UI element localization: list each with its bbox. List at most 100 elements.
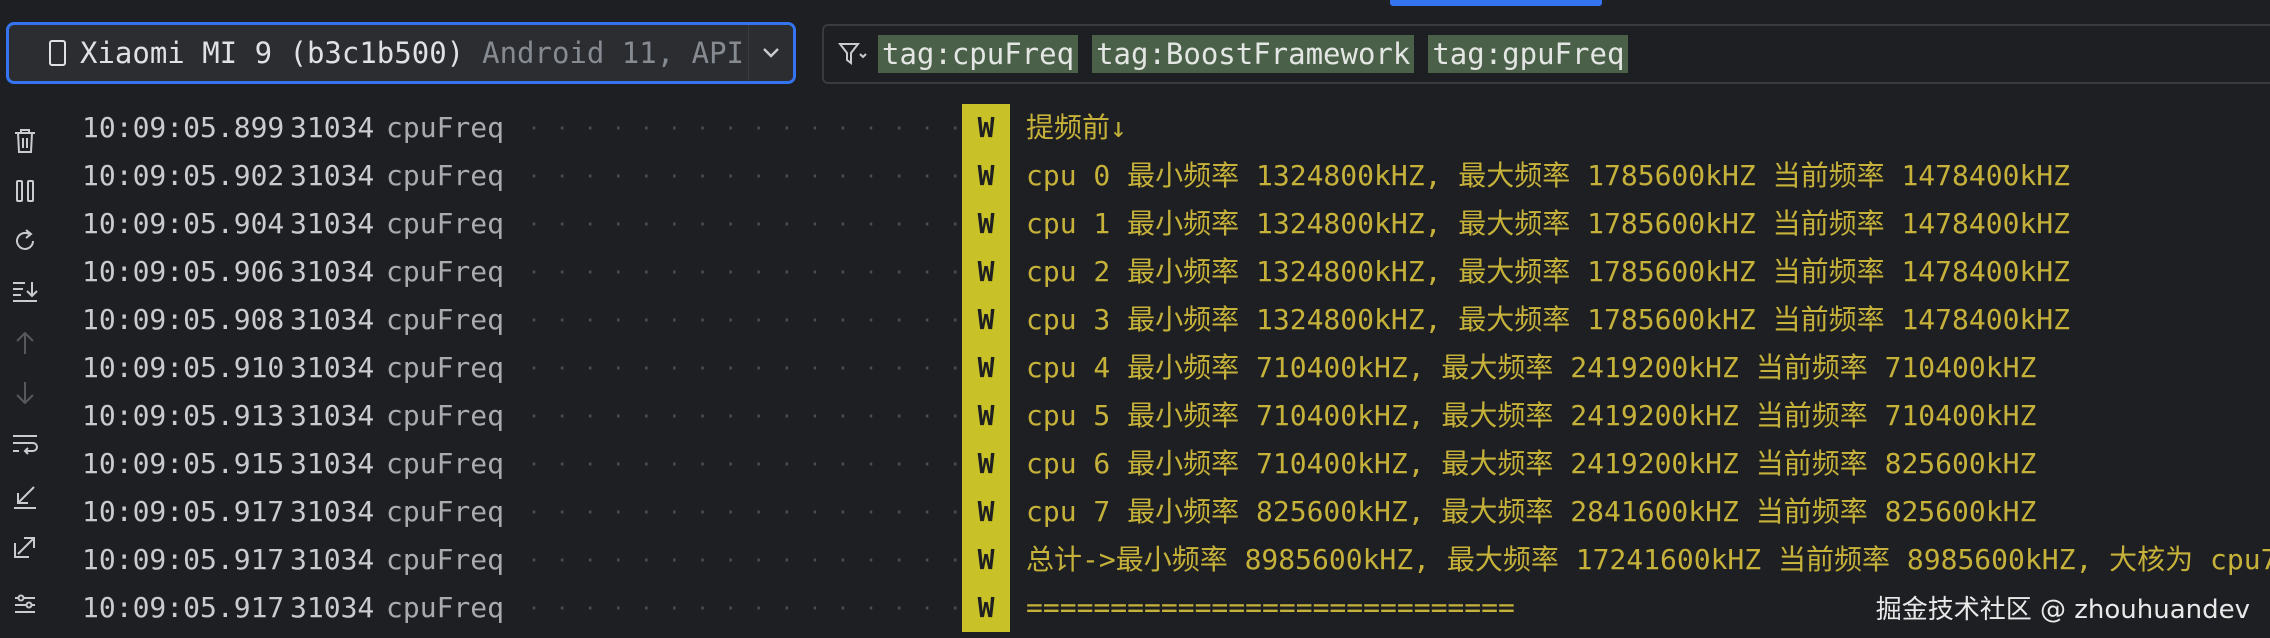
log-level-badge: W [962,440,1010,488]
expand-icon[interactable] [10,532,40,562]
log-message: 总计->最小频率 8985600kHZ, 最大频率 17241600kHZ 当前… [1026,543,2270,576]
log-level-badge: W [962,296,1010,344]
log-time: 10:09:05.917 [82,495,285,528]
log-row[interactable]: 10:09:05.902 31034 cpuFreq · · · · · · ·… [58,152,2270,200]
filter-token[interactable]: tag:cpuFreq [878,35,1079,73]
restart-icon[interactable] [10,226,40,256]
log-time: 10:09:05.908 [82,303,285,336]
log-pid: 31034 [290,591,375,624]
device-selector[interactable]: Xiaomi MI 9 (b3c1b500) Android 11, API 3… [6,22,796,84]
log-spacer-dots: · · · · · · · · · · · · · · · · · · · · … [528,404,998,428]
log-spacer-dots: · · · · · · · · · · · · · · · · · · · · … [528,164,998,188]
log-message: ============================= [1026,591,1515,624]
log-level-badge: W [962,488,1010,536]
log-time: 10:09:05.902 [82,159,285,192]
log-pid: 31034 [290,495,375,528]
log-level-badge: W [962,152,1010,200]
logcat-toolbar [0,100,56,638]
collapse-icon[interactable] [10,482,40,512]
log-tag: cpuFreq [386,447,505,480]
log-time: 10:09:05.899 [82,111,285,144]
log-message: cpu 0 最小频率 1324800kHZ, 最大频率 1785600kHZ 当… [1026,159,2071,192]
chevron-down-icon[interactable] [748,25,793,81]
log-level-badge: W [962,536,1010,584]
log-pid: 31034 [290,351,375,384]
device-detail: Android 11, API 30 [482,36,783,70]
log-message: cpu 4 最小频率 710400kHZ, 最大频率 2419200kHZ 当前… [1026,351,2037,384]
log-row[interactable]: 10:09:05.899 31034 cpuFreq · · · · · · ·… [58,104,2270,152]
log-message: cpu 1 最小频率 1324800kHZ, 最大频率 1785600kHZ 当… [1026,207,2071,240]
log-tag: cpuFreq [386,351,505,384]
log-spacer-dots: · · · · · · · · · · · · · · · · · · · · … [528,308,998,332]
log-spacer-dots: · · · · · · · · · · · · · · · · · · · · … [528,116,998,140]
soft-wrap-icon[interactable] [10,430,40,460]
log-pid: 31034 [290,255,375,288]
log-row[interactable]: 10:09:05.908 31034 cpuFreq · · · · · · ·… [58,296,2270,344]
log-tag: cpuFreq [386,543,505,576]
log-level-badge: W [962,584,1010,632]
log-tag: cpuFreq [386,159,505,192]
log-pid: 31034 [290,447,375,480]
pause-icon[interactable] [10,176,40,206]
log-level-badge: W [962,392,1010,440]
log-tag: cpuFreq [386,255,505,288]
log-message: cpu 3 最小频率 1324800kHZ, 最大频率 1785600kHZ 当… [1026,303,2071,336]
log-pid: 31034 [290,543,375,576]
log-spacer-dots: · · · · · · · · · · · · · · · · · · · · … [528,356,998,380]
log-level-badge: W [962,248,1010,296]
log-tag: cpuFreq [386,591,505,624]
log-tag: cpuFreq [386,111,505,144]
log-level-badge: W [962,344,1010,392]
log-message: cpu 2 最小频率 1324800kHZ, 最大频率 1785600kHZ 当… [1026,255,2071,288]
log-tag: cpuFreq [386,207,505,240]
phone-icon [49,40,66,66]
log-row[interactable]: 10:09:05.913 31034 cpuFreq · · · · · · ·… [58,392,2270,440]
log-time: 10:09:05.917 [82,543,285,576]
log-spacer-dots: · · · · · · · · · · · · · · · · · · · · … [528,596,998,620]
log-tag: cpuFreq [386,399,505,432]
log-level-badge: W [962,200,1010,248]
log-row[interactable]: 10:09:05.917 31034 cpuFreq · · · · · · ·… [58,488,2270,536]
log-pid: 31034 [290,399,375,432]
log-spacer-dots: · · · · · · · · · · · · · · · · · · · · … [528,260,998,284]
device-name: Xiaomi MI 9 (b3c1b500) [80,36,465,70]
log-row[interactable]: 10:09:05.906 31034 cpuFreq · · · · · · ·… [58,248,2270,296]
settings-icon[interactable] [10,590,40,620]
log-message: cpu 7 最小频率 825600kHZ, 最大频率 2841600kHZ 当前… [1026,495,2037,528]
filter-token[interactable]: tag:gpuFreq [1428,35,1629,73]
log-pid: 31034 [290,303,375,336]
top-bar: Xiaomi MI 9 (b3c1b500) Android 11, API 3… [0,0,2270,96]
down-arrow-icon[interactable] [10,378,40,408]
log-row[interactable]: 10:09:05.917 31034 cpuFreq · · · · · · ·… [58,536,2270,584]
up-arrow-icon[interactable] [10,328,40,358]
log-time: 10:09:05.910 [82,351,285,384]
log-row[interactable]: 10:09:05.915 31034 cpuFreq · · · · · · ·… [58,440,2270,488]
log-message: cpu 6 最小频率 710400kHZ, 最大频率 2419200kHZ 当前… [1026,447,2037,480]
log-pid: 31034 [290,111,375,144]
log-spacer-dots: · · · · · · · · · · · · · · · · · · · · … [528,452,998,476]
log-spacer-dots: · · · · · · · · · · · · · · · · · · · · … [528,500,998,524]
logcat-filter-input[interactable]: tag:cpuFreq tag:BoostFramework tag:gpuFr… [822,24,2270,84]
log-message: 提频前↓ [1026,111,1127,144]
watermark: 掘金技术社区 @ zhouhuandev [1875,595,2250,625]
trash-icon[interactable] [10,126,40,156]
log-spacer-dots: · · · · · · · · · · · · · · · · · · · · … [528,212,998,236]
log-time: 10:09:05.913 [82,399,285,432]
log-time: 10:09:05.915 [82,447,285,480]
log-row[interactable]: 10:09:05.910 31034 cpuFreq · · · · · · ·… [58,344,2270,392]
log-spacer-dots: · · · · · · · · · · · · · · · · · · · · … [528,548,998,572]
log-pid: 31034 [290,207,375,240]
filter-icon[interactable] [838,41,868,67]
log-tag: cpuFreq [386,495,505,528]
logcat-output[interactable]: 10:09:05.899 31034 cpuFreq · · · · · · ·… [58,100,2270,638]
filter-token[interactable]: tag:BoostFramework [1092,35,1415,73]
active-tab-indicator [1390,0,1602,6]
scroll-to-end-icon[interactable] [10,276,40,306]
log-time: 10:09:05.917 [82,591,285,624]
log-pid: 31034 [290,159,375,192]
log-time: 10:09:05.904 [82,207,285,240]
log-row[interactable]: 10:09:05.904 31034 cpuFreq · · · · · · ·… [58,200,2270,248]
log-level-badge: W [962,104,1010,152]
log-tag: cpuFreq [386,303,505,336]
log-message: cpu 5 最小频率 710400kHZ, 最大频率 2419200kHZ 当前… [1026,399,2037,432]
